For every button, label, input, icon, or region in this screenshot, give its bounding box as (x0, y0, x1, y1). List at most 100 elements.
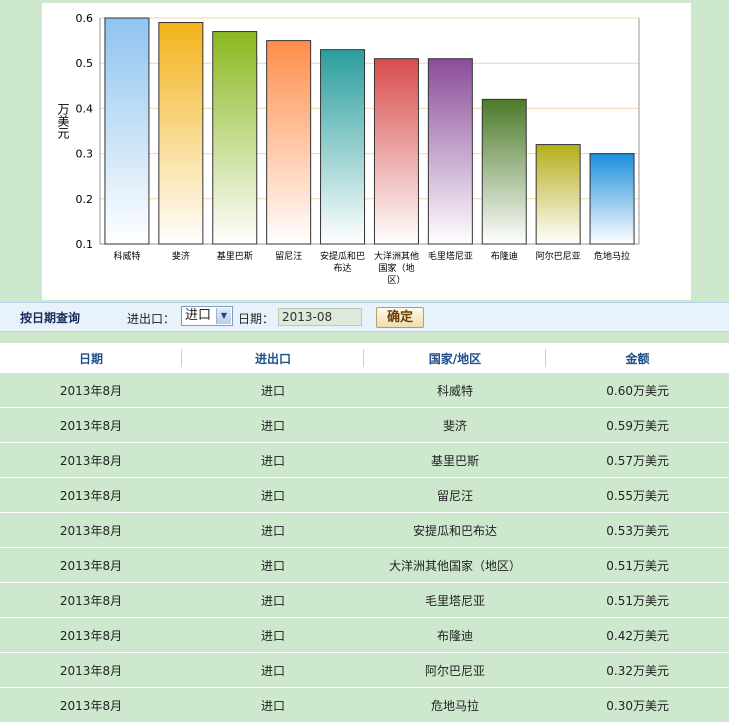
cell-amount: 0.53万美元 (546, 512, 729, 548)
x-tick-label: 留尼汪 (275, 250, 302, 262)
x-tick-label: 布达 (334, 262, 352, 274)
cell-amount: 0.42万美元 (546, 617, 729, 653)
cell-country: 安提瓜和巴布达 (364, 512, 546, 548)
table-row: 2013年8月 进口 毛里塔尼亚 0.51万美元 (0, 582, 729, 618)
y-tick-label: 0.1 (76, 238, 94, 251)
header-io-label: 进出口 (254, 351, 291, 366)
x-tick-label: 区） (387, 275, 405, 286)
header-amount-label: 金额 (625, 351, 650, 366)
cell-io: 进口 (182, 652, 364, 688)
chevron-down-icon[interactable]: ▼ (216, 308, 231, 324)
header-amount[interactable]: 金额 (546, 343, 729, 373)
table-row: 2013年8月 进口 斐济 0.59万美元 (0, 407, 729, 443)
cell-date: 2013年8月 (0, 652, 182, 688)
cell-date: 2013年8月 (0, 407, 182, 443)
bar[interactable] (481, 98, 527, 245)
cell-country: 危地马拉 (364, 687, 546, 723)
cell-amount: 0.60万美元 (546, 373, 729, 408)
table-body: 2013年8月 进口 科威特 0.60万美元 2013年8月 进口 斐济 0.59万美元 201… (0, 373, 729, 723)
cell-io: 进口 (182, 407, 364, 443)
x-tick-label: 国家（地 (378, 262, 414, 274)
table-row: 2013年8月 进口 布隆迪 0.42万美元 (0, 617, 729, 653)
x-tick-label: 科威特 (113, 250, 140, 262)
cell-country: 大洋洲其他国家（地区） (364, 547, 546, 583)
header-io[interactable]: 进出口 (182, 343, 364, 373)
cell-io: 进口 (182, 687, 364, 723)
cell-date: 2013年8月 (0, 582, 182, 618)
cell-io: 进口 (182, 373, 364, 408)
table-row: 2013年8月 进口 安提瓜和巴布达 0.53万美元 (0, 512, 729, 548)
date-label: 日期： (238, 312, 275, 326)
cell-io: 进口 (182, 512, 364, 548)
cell-amount: 0.30万美元 (546, 687, 729, 723)
cell-amount: 0.51万美元 (546, 547, 729, 583)
table-row: 2013年8月 进口 基里巴斯 0.57万美元 (0, 442, 729, 478)
table-row: 2013年8月 进口 危地马拉 0.30万美元 (0, 687, 729, 723)
x-tick-label: 布隆迪 (491, 250, 518, 262)
table-header-row: 日期 进出口 国家/地区 金额 (0, 343, 729, 373)
bar[interactable] (320, 49, 366, 245)
cell-io: 进口 (182, 442, 364, 478)
cell-date: 2013年8月 (0, 617, 182, 653)
cell-date: 2013年8月 (0, 687, 182, 723)
date-input[interactable]: 2013-08 (278, 308, 362, 326)
cell-date: 2013年8月 (0, 477, 182, 513)
bar[interactable] (158, 22, 204, 245)
cell-amount: 0.51万美元 (546, 582, 729, 618)
y-tick-label: 0.5 (76, 57, 94, 70)
cell-date: 2013年8月 (0, 373, 182, 408)
bar[interactable] (589, 153, 635, 245)
cell-date: 2013年8月 (0, 512, 182, 548)
cell-country: 基里巴斯 (364, 442, 546, 478)
cell-io: 进口 (182, 617, 364, 653)
io-select[interactable]: 进口 ▼ (181, 306, 233, 326)
cell-country: 科威特 (364, 373, 546, 408)
x-tick-label: 基里巴斯 (217, 250, 253, 262)
x-tick-label: 阿尔巴尼亚 (536, 250, 581, 262)
bar[interactable] (535, 144, 581, 245)
table-row: 2013年8月 进口 科威特 0.60万美元 (0, 373, 729, 408)
x-tick-label: 大洋洲其他 (374, 250, 419, 262)
cell-io: 进口 (182, 547, 364, 583)
table-row: 2013年8月 进口 大洋洲其他国家（地区） 0.51万美元 (0, 547, 729, 583)
cell-country: 留尼汪 (364, 477, 546, 513)
header-date-label: 日期 (78, 351, 103, 366)
y-tick-label: 0.4 (76, 102, 94, 115)
cell-amount: 0.57万美元 (546, 442, 729, 478)
bar[interactable] (266, 40, 312, 245)
x-tick-label: 危地马拉 (594, 250, 630, 262)
y-tick-label: 0.3 (76, 148, 94, 161)
cell-io: 进口 (182, 477, 364, 513)
query-title: 按日期查询 (20, 311, 81, 325)
x-tick-label: 毛里塔尼亚 (428, 250, 473, 262)
x-tick-label: 安提瓜和巴 (320, 250, 365, 262)
bar[interactable] (212, 31, 258, 245)
header-country[interactable]: 国家/地区 (364, 343, 546, 373)
header-date[interactable]: 日期 (0, 343, 182, 373)
data-table: 日期 进出口 国家/地区 金额 2013年8月 进口 科威特 0.60万美元 2013年… (0, 343, 729, 723)
confirm-button[interactable]: 确定 (376, 307, 424, 328)
table-row: 2013年8月 进口 阿尔巴尼亚 0.32万美元 (0, 652, 729, 688)
bar[interactable] (427, 58, 473, 245)
chart-panel: 0.1 0.2 0.3 0.4 0.5 0.6 万美元科威特 斐济 基里巴斯 留尼汪 安提瓜和巴 布达… (42, 3, 691, 300)
io-label: 进出口： (127, 312, 176, 326)
cell-date: 2013年8月 (0, 547, 182, 583)
bar-chart: 0.1 0.2 0.3 0.4 0.5 0.6 万美元科威特 斐济 基里巴斯 留尼汪 安提瓜和巴布达… (56, 12, 640, 286)
header-country-label: 国家/地区 (428, 351, 482, 366)
cell-country: 布隆迪 (364, 617, 546, 653)
y-tick-label: 0.2 (76, 193, 94, 206)
x-tick-label: 斐济 (172, 250, 190, 262)
cell-amount: 0.32万美元 (546, 652, 729, 688)
y-tick-label: 0.6 (76, 12, 94, 25)
cell-country: 毛里塔尼亚 (364, 582, 546, 618)
y-axis-label: 万美元 (56, 103, 70, 140)
bar[interactable] (373, 58, 419, 245)
query-bar: 按日期查询 进出口： 进口 ▼ 日期： 2013-08 确定 (0, 302, 729, 332)
cell-io: 进口 (182, 582, 364, 618)
bar[interactable] (104, 17, 150, 245)
cell-amount: 0.55万美元 (546, 477, 729, 513)
io-select-value: 进口 (185, 308, 212, 323)
cell-amount: 0.59万美元 (546, 407, 729, 443)
table-row: 2013年8月 进口 留尼汪 0.55万美元 (0, 477, 729, 513)
cell-date: 2013年8月 (0, 442, 182, 478)
